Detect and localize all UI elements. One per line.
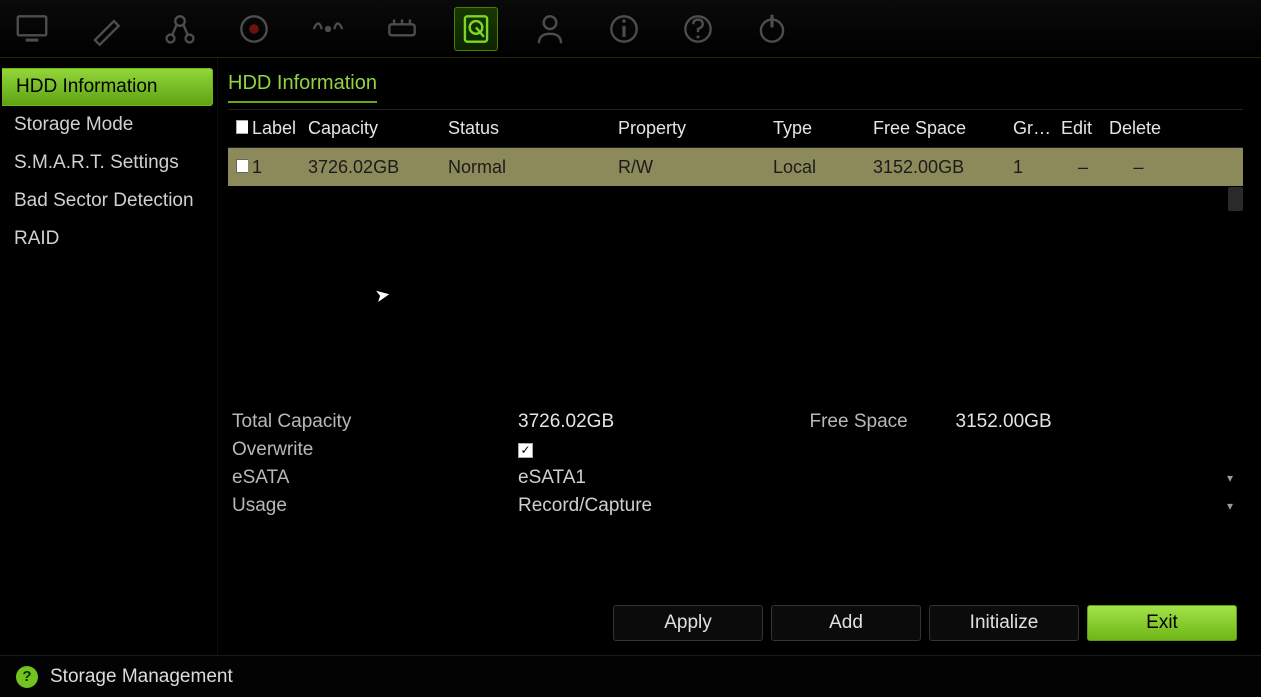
sidebar-item-label: HDD Information — [16, 76, 158, 98]
sidebar-item-bad-sector[interactable]: Bad Sector Detection — [0, 182, 217, 220]
sidebar-item-label: S.M.A.R.T. Settings — [14, 152, 179, 174]
sidebar-item-label: RAID — [14, 228, 59, 250]
col-delete: Delete — [1105, 118, 1168, 139]
monitor-icon[interactable] — [10, 7, 54, 51]
free-space-label: Free Space — [806, 411, 956, 433]
sidebar-item-label: Storage Mode — [14, 114, 133, 136]
scroll-thumb[interactable] — [1228, 187, 1243, 211]
usage-select[interactable]: Record/Capture ▾ — [518, 495, 1243, 517]
cell-type: Local — [769, 157, 869, 178]
col-capacity: Capacity — [304, 118, 444, 139]
cell-edit[interactable]: – — [1057, 157, 1105, 178]
cell-free-space: 3152.00GB — [869, 157, 1009, 178]
total-capacity-label: Total Capacity — [228, 411, 518, 433]
sidebar-item-label: Bad Sector Detection — [14, 190, 194, 212]
hdd-table: Label Capacity Status Property Type Free… — [228, 109, 1243, 411]
sidebar-item-storage-mode[interactable]: Storage Mode — [0, 106, 217, 144]
table-row[interactable]: 1 3726.02GB Normal R/W Local 3152.00GB 1… — [228, 148, 1243, 186]
help-icon[interactable] — [676, 7, 720, 51]
total-capacity-value: 3726.02GB — [518, 411, 806, 433]
hdd-icon[interactable] — [454, 7, 498, 51]
chevron-down-icon: ▾ — [1227, 471, 1233, 485]
col-free-space: Free Space — [869, 118, 1009, 139]
button-row: Apply Add Initialize Exit — [228, 595, 1243, 655]
table-scrollbar[interactable] — [228, 186, 1243, 411]
sidebar-item-hdd-information[interactable]: HDD Information — [2, 68, 213, 106]
top-toolbar — [0, 0, 1261, 58]
col-edit: Edit — [1057, 118, 1105, 139]
cell-status: Normal — [444, 157, 614, 178]
overwrite-checkbox[interactable]: ✓ — [518, 443, 533, 458]
esata-select[interactable]: eSATA1 ▾ — [518, 467, 1243, 489]
col-property: Property — [614, 118, 769, 139]
col-label: Label — [248, 118, 304, 139]
col-group: Gro... — [1009, 118, 1057, 139]
sidebar-item-smart-settings[interactable]: S.M.A.R.T. Settings — [0, 144, 217, 182]
usage-label: Usage — [228, 495, 518, 517]
io-icon[interactable] — [380, 7, 424, 51]
usage-value: Record/Capture — [518, 495, 652, 517]
esata-label: eSATA — [228, 467, 518, 489]
sidebar-item-raid[interactable]: RAID — [0, 220, 217, 258]
select-all-checkbox[interactable] — [236, 120, 248, 134]
initialize-button[interactable]: Initialize — [929, 605, 1079, 641]
add-button[interactable]: Add — [771, 605, 921, 641]
col-status: Status — [444, 118, 614, 139]
page-title: HDD Information — [228, 66, 377, 103]
col-type: Type — [769, 118, 869, 139]
cell-label: 1 — [248, 157, 304, 178]
cell-property: R/W — [614, 157, 769, 178]
record-icon[interactable] — [232, 7, 276, 51]
network-icon[interactable] — [158, 7, 202, 51]
sidebar: HDD Information Storage Mode S.M.A.R.T. … — [0, 58, 218, 655]
overwrite-label: Overwrite — [228, 439, 518, 461]
chevron-down-icon: ▾ — [1227, 499, 1233, 513]
cell-capacity: 3726.02GB — [304, 157, 444, 178]
cell-group: 1 — [1009, 157, 1057, 178]
footer-title: Storage Management — [50, 666, 233, 688]
pencil-icon[interactable] — [84, 7, 128, 51]
free-space-value: 3152.00GB — [956, 411, 1244, 433]
summary-panel: Total Capacity 3726.02GB Free Space 3152… — [228, 411, 1243, 517]
help-badge-icon[interactable]: ? — [16, 666, 38, 688]
footer: ? Storage Management — [0, 655, 1261, 697]
apply-button[interactable]: Apply — [613, 605, 763, 641]
exit-button[interactable]: Exit — [1087, 605, 1237, 641]
row-checkbox[interactable] — [236, 159, 248, 173]
user-icon[interactable] — [528, 7, 572, 51]
power-icon[interactable] — [750, 7, 794, 51]
table-header-row: Label Capacity Status Property Type Free… — [228, 110, 1243, 148]
info-icon[interactable] — [602, 7, 646, 51]
cell-delete[interactable]: – — [1105, 157, 1168, 178]
motion-icon[interactable] — [306, 7, 350, 51]
main-panel: HDD Information Label Capacity Status Pr… — [218, 58, 1261, 655]
esata-value: eSATA1 — [518, 467, 586, 489]
